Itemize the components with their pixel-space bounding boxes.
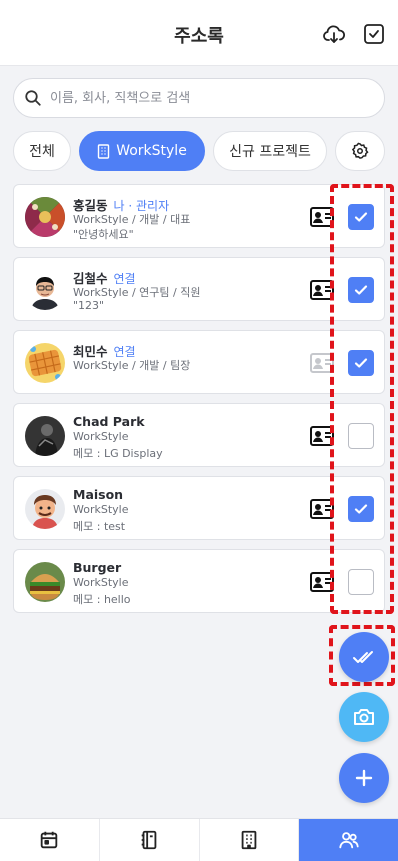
cloud-download-icon[interactable]	[322, 22, 346, 46]
calendar-icon	[41, 831, 58, 849]
contact-memo: 메모 : LG Display	[73, 447, 163, 460]
building-icon	[241, 830, 257, 850]
contact-card[interactable]: Chad Park WorkStyle 메모 : LG Display	[13, 403, 385, 467]
nav-calendar[interactable]	[0, 819, 100, 861]
id-card-icon[interactable]	[310, 207, 334, 227]
avatar-cartoon	[25, 489, 65, 529]
contact-name: Maison	[73, 487, 124, 502]
contact-checkbox[interactable]	[348, 350, 374, 376]
id-card-icon[interactable]	[310, 499, 334, 519]
id-card-icon[interactable]	[310, 353, 334, 373]
contact-checkbox[interactable]	[348, 496, 374, 522]
contact-name: Burger	[73, 560, 122, 575]
contact-name-row: Chad Park	[73, 414, 151, 429]
contact-name-row: Burger	[73, 560, 127, 575]
search-bar	[13, 78, 385, 118]
contact-org: WorkStyle	[73, 430, 129, 443]
contact-memo: 메모 : hello	[73, 593, 131, 606]
contact-card[interactable]: Maison WorkStyle 메모 : test	[13, 476, 385, 540]
search-input[interactable]	[50, 90, 370, 106]
plus-icon	[355, 769, 373, 787]
contact-org: WorkStyle / 개발 / 팀장	[73, 359, 191, 372]
contact-memo: "안녕하세요"	[73, 228, 134, 241]
contact-org: WorkStyle	[73, 503, 129, 516]
address-book-screen: 주소록 전체 WorkStyle	[0, 0, 398, 861]
checkbox-icon[interactable]	[362, 22, 386, 46]
app-header: 주소록	[0, 0, 398, 66]
notebook-icon	[141, 830, 157, 850]
contact-org: WorkStyle / 개발 / 대표	[73, 213, 191, 226]
contact-org: WorkStyle / 연구팀 / 직원	[73, 286, 201, 299]
camera-button[interactable]	[339, 692, 389, 742]
id-card-icon[interactable]	[310, 572, 334, 592]
nav-notebook[interactable]	[100, 819, 200, 861]
add-contact-button[interactable]	[339, 753, 389, 803]
contact-name-row: Maison	[73, 487, 129, 502]
gear-icon	[351, 142, 369, 159]
contact-memo: "123"	[73, 299, 105, 312]
nav-company[interactable]	[200, 819, 300, 861]
avatar-dark-photo	[25, 416, 65, 456]
chip-new-project[interactable]: 신규 프로젝트	[213, 131, 327, 171]
chip-workstyle-label: WorkStyle	[116, 143, 187, 159]
contact-checkbox[interactable]	[348, 569, 374, 595]
bottom-nav	[0, 818, 398, 861]
nav-contacts[interactable]	[299, 819, 398, 861]
select-all-button[interactable]	[339, 632, 389, 682]
contact-card[interactable]: 김철수 연결 WorkStyle / 연구팀 / 직원 "123"	[13, 257, 385, 321]
search-icon	[25, 90, 41, 106]
contact-org: WorkStyle	[73, 576, 129, 589]
chip-all-label: 전체	[29, 144, 55, 160]
avatar-man-glasses	[25, 270, 65, 310]
contact-card[interactable]: Burger WorkStyle 메모 : hello	[13, 549, 385, 613]
chip-settings[interactable]	[335, 131, 385, 171]
chip-new-project-label: 신규 프로젝트	[229, 144, 311, 160]
people-icon	[339, 832, 359, 849]
contact-memo: 메모 : test	[73, 520, 126, 533]
building-icon	[97, 143, 110, 159]
chip-workstyle[interactable]: WorkStyle	[79, 131, 205, 171]
id-card-icon[interactable]	[310, 426, 334, 446]
contact-checkbox[interactable]	[348, 423, 374, 449]
avatar-pattern	[25, 197, 65, 237]
camera-icon	[354, 709, 374, 725]
contact-card[interactable]: 최민수 연결 WorkStyle / 개발 / 팀장	[13, 330, 385, 394]
contact-checkbox[interactable]	[348, 204, 374, 230]
contact-checkbox[interactable]	[348, 277, 374, 303]
contact-name: Chad Park	[73, 414, 145, 429]
double-check-icon	[353, 651, 373, 663]
avatar-burger	[25, 562, 65, 602]
contact-card[interactable]: 홍길동 나 · 관리자 WorkStyle / 개발 / 대표 "안녕하세요"	[13, 184, 385, 248]
chip-all[interactable]: 전체	[13, 131, 71, 171]
id-card-icon[interactable]	[310, 280, 334, 300]
avatar-waffle	[25, 343, 65, 383]
